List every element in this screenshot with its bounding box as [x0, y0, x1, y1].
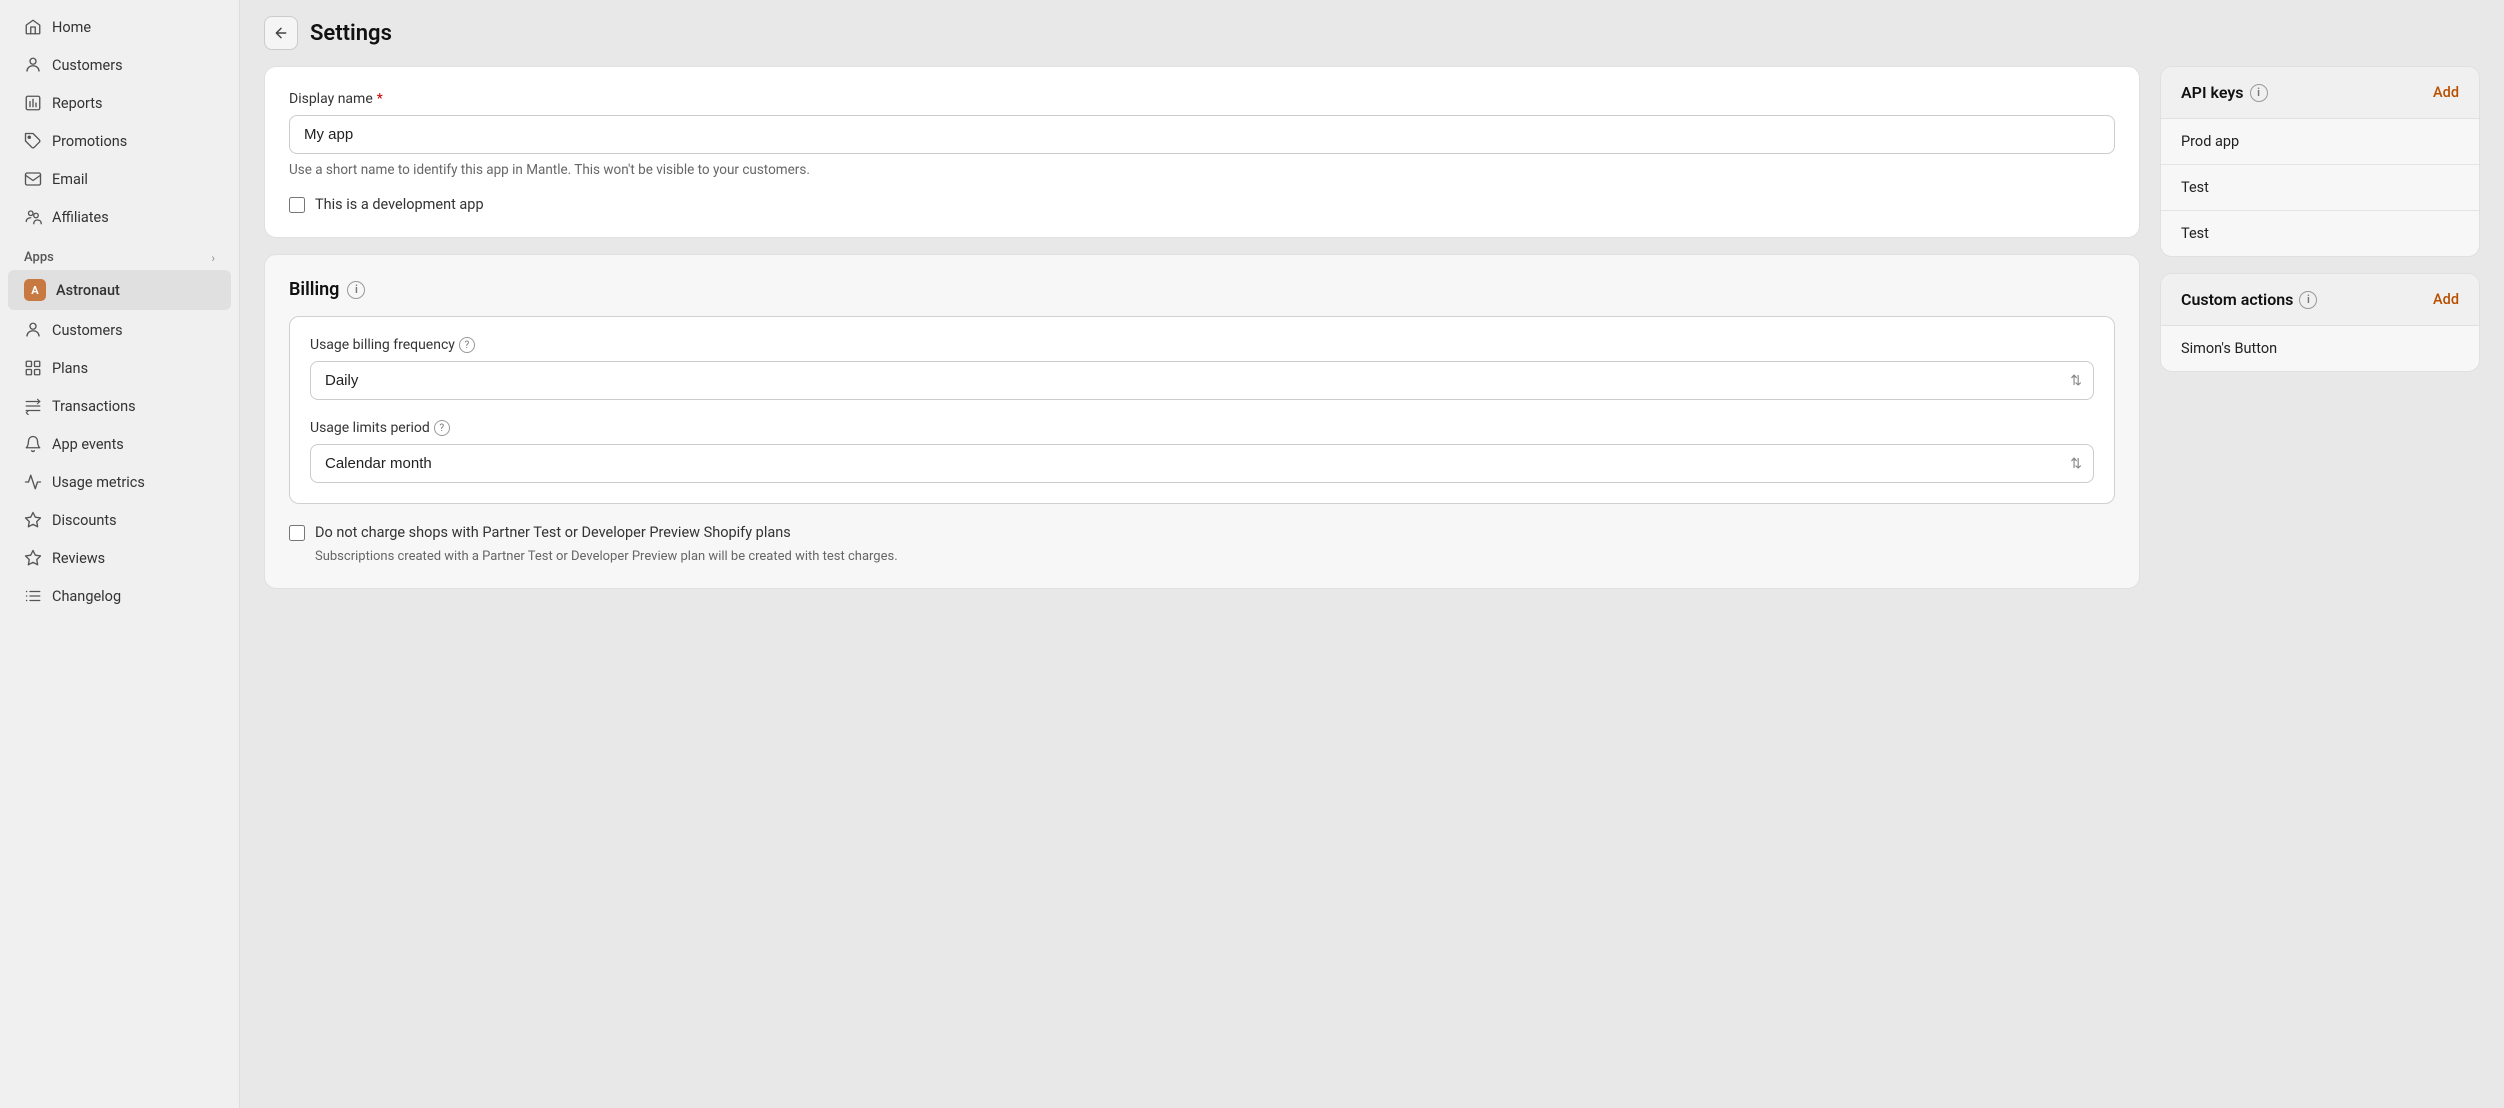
- person-icon: [24, 56, 42, 74]
- home-icon: [24, 18, 42, 36]
- right-panel: API keys i Add Prod app Test Test Custom…: [2160, 66, 2480, 1084]
- api-key-item-prod[interactable]: Prod app: [2161, 119, 2479, 165]
- api-key-item-test-2[interactable]: Test: [2161, 211, 2479, 256]
- sidebar-item-astronaut-label: Astronaut: [56, 282, 120, 299]
- sidebar-item-astronaut[interactable]: A Astronaut: [8, 270, 231, 310]
- billing-frequency-select[interactable]: Daily Weekly Monthly: [310, 361, 2094, 400]
- affiliates-icon: [24, 208, 42, 226]
- billing-frequency-info-icon[interactable]: ?: [459, 337, 475, 353]
- custom-actions-card: Custom actions i Add Simon's Button: [2160, 273, 2480, 372]
- dev-app-checkbox[interactable]: [289, 197, 305, 213]
- billing-inner-card: Usage billing frequency ? Daily Weekly M…: [289, 316, 2115, 504]
- sidebar-item-promotions[interactable]: Promotions: [8, 123, 231, 159]
- billing-frequency-label: Usage billing frequency ?: [310, 337, 2094, 353]
- no-charge-checkbox-row: Do not charge shops with Partner Test or…: [289, 524, 2115, 541]
- sidebar-item-usage-metrics[interactable]: Usage metrics: [8, 464, 231, 500]
- billing-info-icon[interactable]: i: [347, 281, 365, 299]
- sidebar-item-reports[interactable]: Reports: [8, 85, 231, 121]
- page-title: Settings: [310, 21, 392, 46]
- sidebar-item-changelog-label: Changelog: [52, 588, 121, 605]
- sidebar-item-usage-metrics-label: Usage metrics: [52, 474, 145, 491]
- sidebar-item-reviews-label: Reviews: [52, 550, 105, 567]
- changelog-icon: [24, 587, 42, 605]
- billing-section-title: Billing i: [289, 279, 2115, 300]
- api-keys-title: API keys i: [2181, 83, 2268, 102]
- api-keys-info-icon[interactable]: i: [2250, 84, 2268, 102]
- no-charge-label[interactable]: Do not charge shops with Partner Test or…: [315, 524, 791, 541]
- usage-limits-select[interactable]: Calendar month Billing cycle Rolling 30 …: [310, 444, 2094, 483]
- display-name-hint: Use a short name to identify this app in…: [289, 162, 2115, 178]
- sidebar-item-plans-label: Plans: [52, 360, 88, 377]
- display-name-card: Display name * Use a short name to ident…: [264, 66, 2140, 238]
- sidebar-item-discounts-label: Discounts: [52, 512, 117, 529]
- chevron-right-icon: ›: [211, 251, 215, 265]
- sidebar-item-email-label: Email: [52, 171, 88, 188]
- plans-icon: [24, 359, 42, 377]
- promotions-icon: [24, 132, 42, 150]
- custom-actions-info-icon[interactable]: i: [2299, 291, 2317, 309]
- sidebar-item-customers-label: Customers: [52, 57, 123, 74]
- usage-limits-label: Usage limits period ?: [310, 420, 2094, 436]
- sidebar-item-app-events-label: App events: [52, 436, 124, 453]
- usage-limits-select-wrapper: Calendar month Billing cycle Rolling 30 …: [310, 444, 2094, 483]
- dev-app-checkbox-row: This is a development app: [289, 196, 2115, 213]
- content-area: Display name * Use a short name to ident…: [240, 66, 2504, 1108]
- api-keys-header: API keys i Add: [2161, 67, 2479, 119]
- custom-actions-add-button[interactable]: Add: [2433, 291, 2459, 308]
- sidebar-item-promotions-label: Promotions: [52, 133, 127, 150]
- sidebar-item-customers-sub-label: Customers: [52, 322, 123, 339]
- discounts-icon: [24, 511, 42, 529]
- sidebar-item-email[interactable]: Email: [8, 161, 231, 197]
- astronaut-app-icon: A: [24, 279, 46, 301]
- dev-app-label[interactable]: This is a development app: [315, 196, 484, 213]
- no-charge-hint: Subscriptions created with a Partner Tes…: [315, 549, 2115, 564]
- custom-actions-title: Custom actions i: [2181, 290, 2317, 309]
- back-button[interactable]: [264, 16, 298, 50]
- custom-action-item-simons-button[interactable]: Simon's Button: [2161, 326, 2479, 371]
- sidebar-item-transactions[interactable]: Transactions: [8, 388, 231, 424]
- sidebar-item-customers-sub[interactable]: Customers: [8, 312, 231, 348]
- sidebar-item-affiliates-label: Affiliates: [52, 209, 109, 226]
- sidebar-item-app-events[interactable]: App events: [8, 426, 231, 462]
- required-star: *: [377, 91, 383, 107]
- main-panel: Display name * Use a short name to ident…: [264, 66, 2140, 1084]
- transactions-icon: [24, 397, 42, 415]
- custom-actions-header: Custom actions i Add: [2161, 274, 2479, 326]
- display-name-input[interactable]: [289, 115, 2115, 154]
- apps-section-header[interactable]: Apps ›: [8, 240, 231, 269]
- usage-metrics-icon: [24, 473, 42, 491]
- api-key-item-test-1[interactable]: Test: [2161, 165, 2479, 211]
- sidebar-item-plans[interactable]: Plans: [8, 350, 231, 386]
- sidebar-item-customers[interactable]: Customers: [8, 47, 231, 83]
- sidebar-item-transactions-label: Transactions: [52, 398, 136, 415]
- sidebar: Home Customers Reports Promotions: [0, 0, 240, 1108]
- sidebar-item-reviews[interactable]: Reviews: [8, 540, 231, 576]
- reports-icon: [24, 94, 42, 112]
- sidebar-item-home-label: Home: [52, 19, 91, 36]
- sidebar-item-changelog[interactable]: Changelog: [8, 578, 231, 614]
- no-charge-checkbox[interactable]: [289, 525, 305, 541]
- apps-section-label: Apps: [24, 250, 54, 265]
- sidebar-item-reports-label: Reports: [52, 95, 103, 112]
- sidebar-item-affiliates[interactable]: Affiliates: [8, 199, 231, 235]
- usage-limits-info-icon[interactable]: ?: [434, 420, 450, 436]
- billing-card: Billing i Usage billing frequency ? Dail…: [264, 254, 2140, 589]
- email-icon: [24, 170, 42, 188]
- main-content: Settings Display name * Use a short name…: [240, 0, 2504, 1108]
- billing-frequency-select-wrapper: Daily Weekly Monthly: [310, 361, 2094, 400]
- sidebar-item-home[interactable]: Home: [8, 9, 231, 45]
- api-keys-add-button[interactable]: Add: [2433, 84, 2459, 101]
- display-name-label: Display name *: [289, 91, 2115, 107]
- api-keys-card: API keys i Add Prod app Test Test: [2160, 66, 2480, 257]
- app-events-icon: [24, 435, 42, 453]
- sidebar-item-discounts[interactable]: Discounts: [8, 502, 231, 538]
- page-header: Settings: [240, 0, 2504, 66]
- reviews-icon: [24, 549, 42, 567]
- customers-sub-icon: [24, 321, 42, 339]
